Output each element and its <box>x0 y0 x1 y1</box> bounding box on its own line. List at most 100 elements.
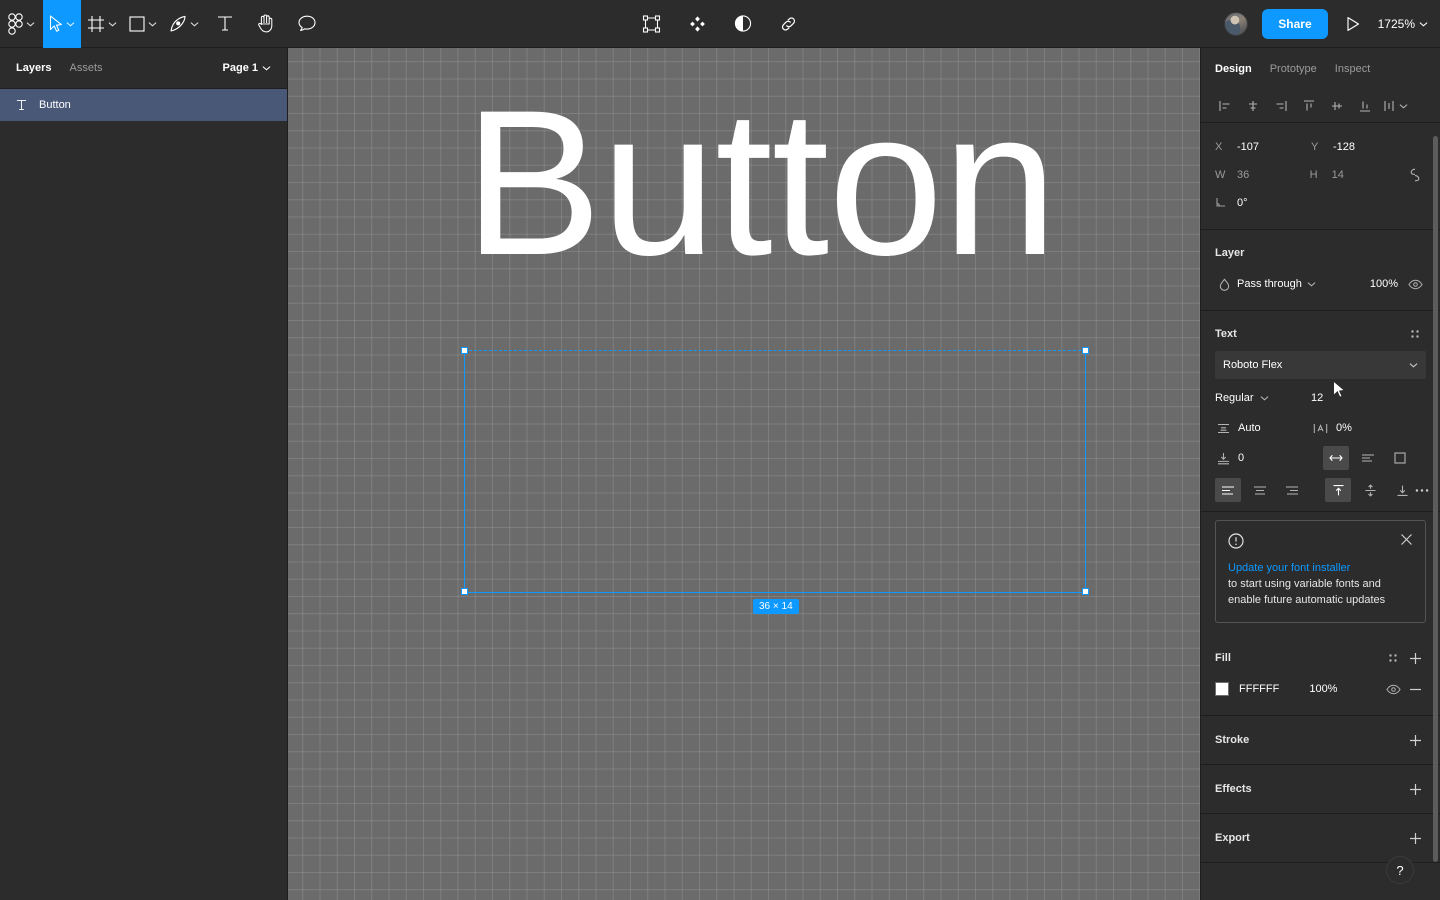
align-top-icon[interactable] <box>1295 93 1323 119</box>
selection-handle-bottom-left[interactable] <box>461 588 468 595</box>
text-tool-icon[interactable] <box>205 0 245 48</box>
chevron-down-icon[interactable] <box>1307 281 1316 287</box>
component-instance-icon[interactable] <box>683 0 713 48</box>
selection-handle-top-left[interactable] <box>461 347 468 354</box>
eye-icon[interactable] <box>1404 273 1426 295</box>
create-component-icon[interactable] <box>637 0 667 48</box>
shape-tool-icon[interactable] <box>123 0 163 48</box>
align-horizontal-centers-icon[interactable] <box>1239 93 1267 119</box>
line-height-row: Auto 0% <box>1215 413 1426 443</box>
frame-tool-icon[interactable] <box>81 0 123 48</box>
text-align-bottom-icon[interactable] <box>1389 478 1415 502</box>
mask-icon[interactable] <box>729 0 758 48</box>
font-family-select[interactable]: Roboto Flex <box>1215 351 1426 379</box>
chevron-down-icon[interactable] <box>148 21 157 27</box>
page-selector[interactable]: Page 1 <box>223 62 271 74</box>
blend-mode-value[interactable]: Pass through <box>1237 278 1302 290</box>
design-canvas[interactable]: Button 36 × 14 <box>288 48 1200 900</box>
notice-line-1: to start using variable fonts and <box>1228 578 1381 590</box>
chevron-down-icon[interactable] <box>66 21 75 27</box>
width-field[interactable]: W 36 <box>1215 169 1310 181</box>
text-align-left-icon[interactable] <box>1215 478 1241 502</box>
figma-menu-icon[interactable] <box>0 0 43 48</box>
add-export-button[interactable] <box>1404 827 1426 849</box>
x-field[interactable]: X -107 <box>1215 141 1311 153</box>
selection-handle-top-right[interactable] <box>1082 347 1089 354</box>
tab-inspect[interactable]: Inspect <box>1335 63 1370 75</box>
add-effect-button[interactable] <box>1404 778 1426 800</box>
layer-item-button[interactable]: Button <box>0 89 287 121</box>
fill-opacity-value[interactable]: 100% <box>1309 683 1337 695</box>
fill-color-row: FFFFFF 100% <box>1215 675 1426 703</box>
y-field[interactable]: Y -128 <box>1311 141 1407 153</box>
align-bottom-icon[interactable] <box>1351 93 1379 119</box>
hand-tool-icon[interactable] <box>245 0 286 48</box>
text-align-middle-icon[interactable] <box>1357 478 1383 502</box>
fixed-size-icon[interactable] <box>1387 446 1413 470</box>
close-icon[interactable] <box>1400 533 1413 549</box>
stroke-section-title: Stroke <box>1215 734 1250 746</box>
more-options-icon[interactable] <box>1415 479 1429 501</box>
notice-link[interactable]: Update your font installer <box>1228 560 1413 576</box>
help-button[interactable]: ? <box>1386 856 1414 884</box>
tab-layers[interactable]: Layers <box>16 62 51 74</box>
eye-icon[interactable] <box>1382 678 1404 700</box>
notice-line-2: enable future automatic updates <box>1228 594 1386 606</box>
align-right-icon[interactable] <box>1267 93 1295 119</box>
link-icon[interactable] <box>774 0 804 48</box>
selection-left-edge <box>464 350 465 592</box>
chevron-down-icon[interactable] <box>26 21 35 27</box>
font-size-field[interactable]: 12 <box>1311 392 1323 404</box>
text-align-top-icon[interactable] <box>1325 478 1351 502</box>
add-stroke-button[interactable] <box>1404 729 1426 751</box>
chevron-down-icon <box>1419 22 1428 27</box>
text-layer-icon <box>16 99 27 111</box>
paragraph-spacing-field[interactable]: 0 <box>1215 447 1311 469</box>
height-field[interactable]: H 14 <box>1310 169 1405 181</box>
avatar[interactable] <box>1224 12 1249 36</box>
fill-section: Fill FFFFFF 100% <box>1201 635 1440 716</box>
text-align-center-icon[interactable] <box>1247 478 1273 502</box>
chevron-down-icon[interactable] <box>1399 103 1408 109</box>
fill-color-swatch[interactable] <box>1215 682 1229 696</box>
tab-prototype[interactable]: Prototype <box>1270 63 1317 75</box>
constrain-proportions-icon[interactable] <box>1404 164 1426 186</box>
comment-tool-icon[interactable] <box>286 0 328 48</box>
text-section: Text Roboto Flex Regular 12 Auto 0% 0 <box>1201 311 1440 512</box>
right-panel-scrollbar[interactable] <box>1433 136 1438 862</box>
tab-assets[interactable]: Assets <box>69 62 102 74</box>
canvas-text-object[interactable]: Button <box>464 62 1057 304</box>
alignment-toolbar <box>1201 89 1440 123</box>
remove-fill-button[interactable] <box>1404 678 1426 700</box>
layer-section: Layer Pass through 100% <box>1201 230 1440 311</box>
tab-design[interactable]: Design <box>1215 63 1252 75</box>
text-align-right-icon[interactable] <box>1279 478 1305 502</box>
align-vertical-centers-icon[interactable] <box>1323 93 1351 119</box>
line-height-field[interactable]: Auto <box>1215 417 1311 439</box>
text-settings-icon[interactable] <box>1404 323 1426 345</box>
zoom-level-control[interactable]: 1725% <box>1378 17 1428 31</box>
selection-handle-bottom-right[interactable] <box>1082 588 1089 595</box>
chevron-down-icon[interactable] <box>190 21 199 27</box>
rotation-field[interactable]: 0° <box>1215 196 1311 211</box>
distribute-icon[interactable] <box>1379 93 1399 119</box>
letter-spacing-field[interactable]: 0% <box>1311 417 1407 439</box>
align-left-icon[interactable] <box>1211 93 1239 119</box>
chevron-down-icon[interactable] <box>1409 362 1418 368</box>
layer-opacity-value[interactable]: 100% <box>1370 278 1398 290</box>
pen-tool-icon[interactable] <box>163 0 205 48</box>
auto-width-icon[interactable] <box>1323 446 1349 470</box>
move-tool-icon[interactable] <box>43 0 81 48</box>
fill-settings-icon[interactable] <box>1382 647 1404 669</box>
chevron-down-icon[interactable] <box>108 21 117 27</box>
auto-height-icon[interactable] <box>1355 446 1381 470</box>
play-icon[interactable] <box>1342 0 1364 48</box>
font-weight-select[interactable]: Regular <box>1215 392 1311 404</box>
toolbar-left-tools <box>0 0 328 48</box>
figma-app-window: Share 1725% Layers Assets Page 1 Button … <box>0 0 1440 900</box>
x-label: X <box>1215 141 1223 153</box>
fill-color-hex[interactable]: FFFFFF <box>1239 683 1279 695</box>
add-fill-button[interactable] <box>1404 647 1426 669</box>
share-button[interactable]: Share <box>1262 9 1328 39</box>
right-panel-tabs: Design Prototype Inspect <box>1201 48 1440 89</box>
